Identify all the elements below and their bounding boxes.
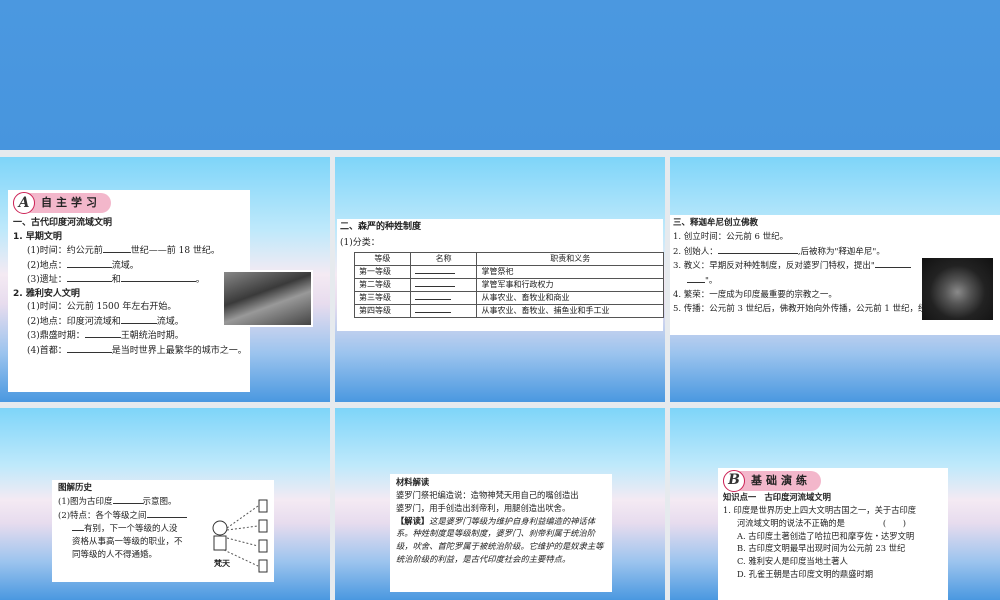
- text-line: (1)分类：: [340, 237, 380, 248]
- text-line: (2)地点：印度河流域和 流域。: [27, 316, 184, 327]
- slide-thumbnail-2[interactable]: 二、森严的种姓制度 (1)分类： 等级 名称 职责和义务 第一等级 掌管祭祀 第二等级…: [335, 157, 665, 402]
- column-header: 职责和义务: [476, 252, 664, 266]
- previous-slide-row[interactable]: [0, 0, 1000, 150]
- option-c: C. 雅利安人是印度当地土著人: [737, 556, 848, 567]
- text-line: 婆罗门祭祀编造说：造物神梵天用自己的嘴创造出: [396, 489, 579, 500]
- text-line: 2. 雅利安人文明: [13, 288, 80, 299]
- content-box: 图解历史 (1)图为古印度 示意图。 (2)特点：各个等级之间 有别，下一个等级的…: [52, 480, 274, 582]
- text-line: (2)地点： 流域。: [27, 260, 139, 271]
- table-row: 第三等级 从事农业、畜牧业和商业: [354, 291, 664, 305]
- slide-thumbnail-4[interactable]: 图解历史 (1)图为古印度 示意图。 (2)特点：各个等级之间 有别，下一个等级的…: [0, 408, 330, 600]
- content-box: 二、森严的种姓制度 (1)分类： 等级 名称 职责和义务 第一等级 掌管祭祀 第二等级…: [337, 219, 664, 331]
- content-box: A 自主学习 一、古代印度河流域文明 1. 早期文明 (1)时间：约公元前 世纪——…: [8, 190, 250, 392]
- heading: 知识点一 古印度河流域文明: [723, 492, 831, 502]
- slide-thumbnail-3[interactable]: 三、释迦牟尼创立佛教 1. 创立时间：公元前 6 世纪。 2. 创始人： ,后被称…: [670, 157, 1000, 402]
- text-line: (3)鼎盛时期： 王朝统治时期。: [27, 331, 184, 341]
- text-line: (1)时间：公元前 1500 年左右开始。: [27, 302, 177, 312]
- slide-thumbnail-5[interactable]: 材料解读 婆罗门祭祀编造说：造物神梵天用自己的嘴创造出 婆罗门，用手创造出刹帝利…: [335, 408, 665, 600]
- heading: 一、古代印度河流域文明: [13, 218, 113, 228]
- badge-label: 自主学习: [41, 195, 101, 209]
- option-d: D. 孔雀王朝是古印度文明的鼎盛时期: [737, 569, 874, 580]
- text-line: 1. 早期文明: [13, 231, 62, 242]
- question-text: 河流域文明的说法不正确的是( ): [737, 517, 906, 528]
- text-line: 1. 创立时间：公元前 6 世纪。: [673, 231, 789, 242]
- heading: 二、森严的种姓制度: [340, 222, 422, 232]
- caste-table: 等级 名称 职责和义务 第一等级 掌管祭祀 第二等级 掌管军事和行政权力 第三等级 从事农…: [354, 252, 664, 318]
- question-text: 1. 印度是世界历史上四大文明古国之一，关于古印度: [723, 504, 917, 515]
- interpretation: 【解读】这是婆罗门等级为维护自身利益编造的神话体系。种姓制度是等级制度，婆罗门、…: [396, 515, 604, 565]
- ruins-photo: [222, 270, 313, 327]
- content-box: B 基础演练 知识点一 古印度河流域文明 1. 印度是世界历史上四大文明古国之一，…: [718, 468, 948, 600]
- badge-letter: B: [723, 470, 745, 492]
- option-b: B. 古印度文明最早出现时间为公元前 23 世纪: [737, 543, 906, 554]
- text-line: (4)首都： 是当时世界上最繁华的城市之一。: [27, 345, 247, 356]
- slide-thumbnail-6[interactable]: B 基础演练 知识点一 古印度河流域文明 1. 印度是世界历史上四大文明古国之一，…: [670, 408, 1000, 600]
- badge-letter: A: [13, 192, 35, 214]
- column-header: 等级: [354, 252, 411, 266]
- text-line: 婆罗门，用手创造出刹帝利，用腿创造出吠舍。: [396, 502, 571, 513]
- heading: 图解历史: [58, 483, 93, 493]
- option-a: A. 古印度土著创造了哈拉巴和摩亨佐・达罗文明: [737, 530, 915, 541]
- heading: 三、释迦牟尼创立佛教: [673, 218, 759, 228]
- text-line: (1)时间：约公元前 世纪——前 18 世纪。: [27, 246, 220, 256]
- section-badge: B 基础演练: [723, 470, 821, 492]
- slide-thumbnail-1[interactable]: A 自主学习 一、古代印度河流域文明 1. 早期文明 (1)时间：约公元前 世纪——…: [0, 157, 330, 402]
- table-row: 第四等级 从事农业、畜牧业、捕鱼业和手工业: [354, 304, 664, 318]
- heading: 材料解读: [396, 477, 430, 487]
- content-box: 材料解读 婆罗门祭祀编造说：造物神梵天用自己的嘴创造出 婆罗门，用手创造出刹帝利…: [390, 474, 612, 592]
- badge-label: 基础演练: [751, 474, 811, 488]
- figure-label: 梵天: [214, 559, 230, 568]
- table-row: 第二等级 掌管军事和行政权力: [354, 278, 664, 292]
- column-header: 名称: [409, 252, 478, 266]
- text-line: (3)遗址：和。: [27, 275, 205, 285]
- table-row: 第一等级 掌管祭祀: [354, 265, 664, 279]
- buddha-statue-photo: [922, 258, 993, 320]
- section-badge: A 自主学习: [13, 192, 111, 214]
